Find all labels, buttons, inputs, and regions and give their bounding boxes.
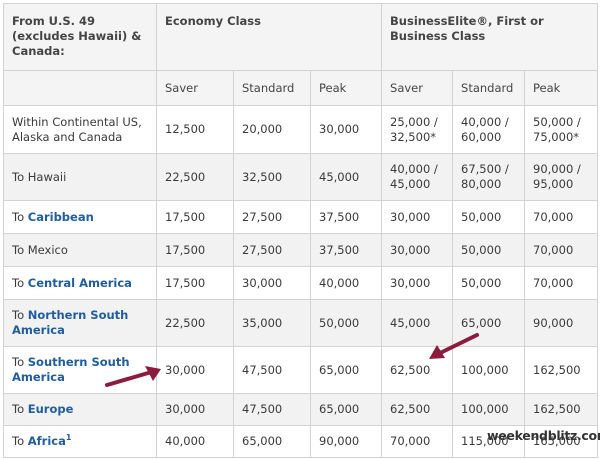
business-peak-cell: 90,000 / 95,000 [524,153,599,201]
table-row: To Mexico 17,500 27,500 37,500 30,000 50,000 7… [3,233,599,267]
region-prefix: To [12,434,28,448]
region-label: To Mexico [12,242,68,257]
region-label: To Hawaii [12,169,67,184]
business-saver-cell: 30,000 [381,266,454,300]
economy-peak-cell: 65,000 [309,346,383,394]
economy-standard-header: Standard [233,70,311,106]
region-cell: To Africa1 [3,425,157,458]
region-cell: To Hawaii [3,153,157,201]
business-standard-cell: 67,500 / 80,000 [452,153,526,201]
table-row: To Central America 17,500 30,000 40,000 30,0… [3,266,599,300]
economy-peak-cell: 65,000 [309,393,383,426]
business-peak-cell: 70,000 [524,200,599,234]
business-standard-cell: 100,000 [452,393,526,426]
economy-saver-cell: 17,500 [156,233,234,267]
business-peak-cell: 90,000 [524,299,599,347]
region-link[interactable]: Southern South America [12,355,130,384]
region-header: From U.S. 49 (excludes Hawaii) & Canada: [3,3,157,71]
region-cell: To Central America [3,266,157,300]
table-row: To Southern South America 30,000 47,500 65,… [3,346,599,394]
economy-peak-cell: 37,500 [309,233,383,267]
economy-peak-cell: 45,000 [309,153,383,201]
economy-saver-cell: 30,000 [156,393,234,426]
business-peak-cell: 70,000 [524,266,599,300]
region-link[interactable]: Central America [28,276,132,290]
empty-header-cell [3,70,157,106]
economy-peak-cell: 40,000 [309,266,383,300]
business-standard-header: Standard [452,70,526,106]
region-cell: Within Continental US, Alaska and Canada [3,105,157,154]
region-cell: To Northern South America [3,299,157,347]
region-link[interactable]: Northern South America [12,308,128,337]
economy-saver-cell: 22,500 [156,153,234,201]
table-row: Within Continental US, Alaska and Canada… [3,105,599,154]
business-saver-cell: 45,000 [381,299,454,347]
economy-peak-cell: 30,000 [309,105,383,154]
economy-saver-cell: 22,500 [156,299,234,347]
region-label: Within Continental US, Alaska and Canada [12,114,142,144]
business-saver-cell: 40,000 / 45,000 [381,153,454,201]
region-prefix: To [12,209,28,224]
business-peak-cell: 162,500 [524,346,599,394]
region-link[interactable]: Europe [28,402,74,416]
economy-saver-cell: 17,500 [156,200,234,234]
business-standard-cell: 65,000 [452,299,526,347]
business-standard-cell: 50,000 [452,200,526,234]
business-saver-cell: 70,000 [381,425,454,458]
region-prefix: To [12,275,28,290]
economy-standard-cell: 65,000 [233,425,311,458]
business-saver-cell: 30,000 [381,233,454,267]
region-cell: To Southern South America [3,346,157,394]
economy-standard-cell: 32,500 [233,153,311,201]
region-link[interactable]: Caribbean [28,210,94,224]
business-peak-cell: 162,500 [524,393,599,426]
region-link[interactable]: Africa [28,434,66,448]
fare-tier-header-row: Saver Standard Peak Saver Standard Peak [3,70,599,106]
region-cell: To Caribbean [3,200,157,234]
business-saver-cell: 30,000 [381,200,454,234]
watermark: weekendblitz.com [487,428,600,443]
economy-peak-header: Peak [309,70,383,106]
business-saver-header: Saver [381,70,454,106]
table-row: To Hawaii 22,500 32,500 45,000 40,000 / 45,0… [3,153,599,201]
footnote-marker: 1 [65,433,72,443]
region-prefix: To [12,355,28,369]
business-peak-cell: 50,000 / 75,000* [524,105,599,154]
business-saver-cell: 25,000 / 32,500* [381,105,454,154]
economy-saver-header: Saver [156,70,234,106]
economy-class-header: Economy Class [155,3,383,71]
table-row: To Northern South America 22,500 35,000 50,… [3,299,599,347]
economy-saver-cell: 40,000 [156,425,234,458]
economy-standard-cell: 35,000 [233,299,311,347]
economy-standard-cell: 47,500 [233,346,311,394]
business-standard-cell: 40,000 / 60,000 [452,105,526,154]
business-class-header: BusinessElite®, First or Business Class [381,3,599,71]
business-standard-cell: 50,000 [452,266,526,300]
economy-saver-cell: 12,500 [156,105,234,154]
business-peak-cell: 70,000 [524,233,599,267]
region-prefix: To [12,308,28,322]
region-prefix: To [12,402,28,416]
economy-peak-cell: 50,000 [309,299,383,347]
business-saver-cell: 62,500 [381,346,454,394]
economy-standard-cell: 20,000 [233,105,311,154]
business-standard-cell: 100,000 [452,346,526,394]
table-header-row: From U.S. 49 (excludes Hawaii) & Canada:… [3,3,599,71]
economy-standard-cell: 30,000 [233,266,311,300]
economy-standard-cell: 27,500 [233,200,311,234]
region-cell: To Europe [3,393,157,426]
business-standard-cell: 50,000 [452,233,526,267]
business-peak-header: Peak [524,70,599,106]
economy-saver-cell: 30,000 [156,346,234,394]
economy-saver-cell: 17,500 [156,266,234,300]
economy-peak-cell: 37,500 [309,200,383,234]
economy-standard-cell: 47,500 [233,393,311,426]
economy-peak-cell: 90,000 [309,425,383,458]
region-cell: To Mexico [3,233,157,267]
table-row: To Caribbean 17,500 27,500 37,500 30,000 50,0… [3,200,599,234]
table-row: To Europe 30,000 47,500 65,000 62,500 100,000… [3,393,599,426]
business-saver-cell: 62,500 [381,393,454,426]
economy-standard-cell: 27,500 [233,233,311,267]
award-chart-table: From U.S. 49 (excludes Hawaii) & Canada:… [3,3,599,458]
